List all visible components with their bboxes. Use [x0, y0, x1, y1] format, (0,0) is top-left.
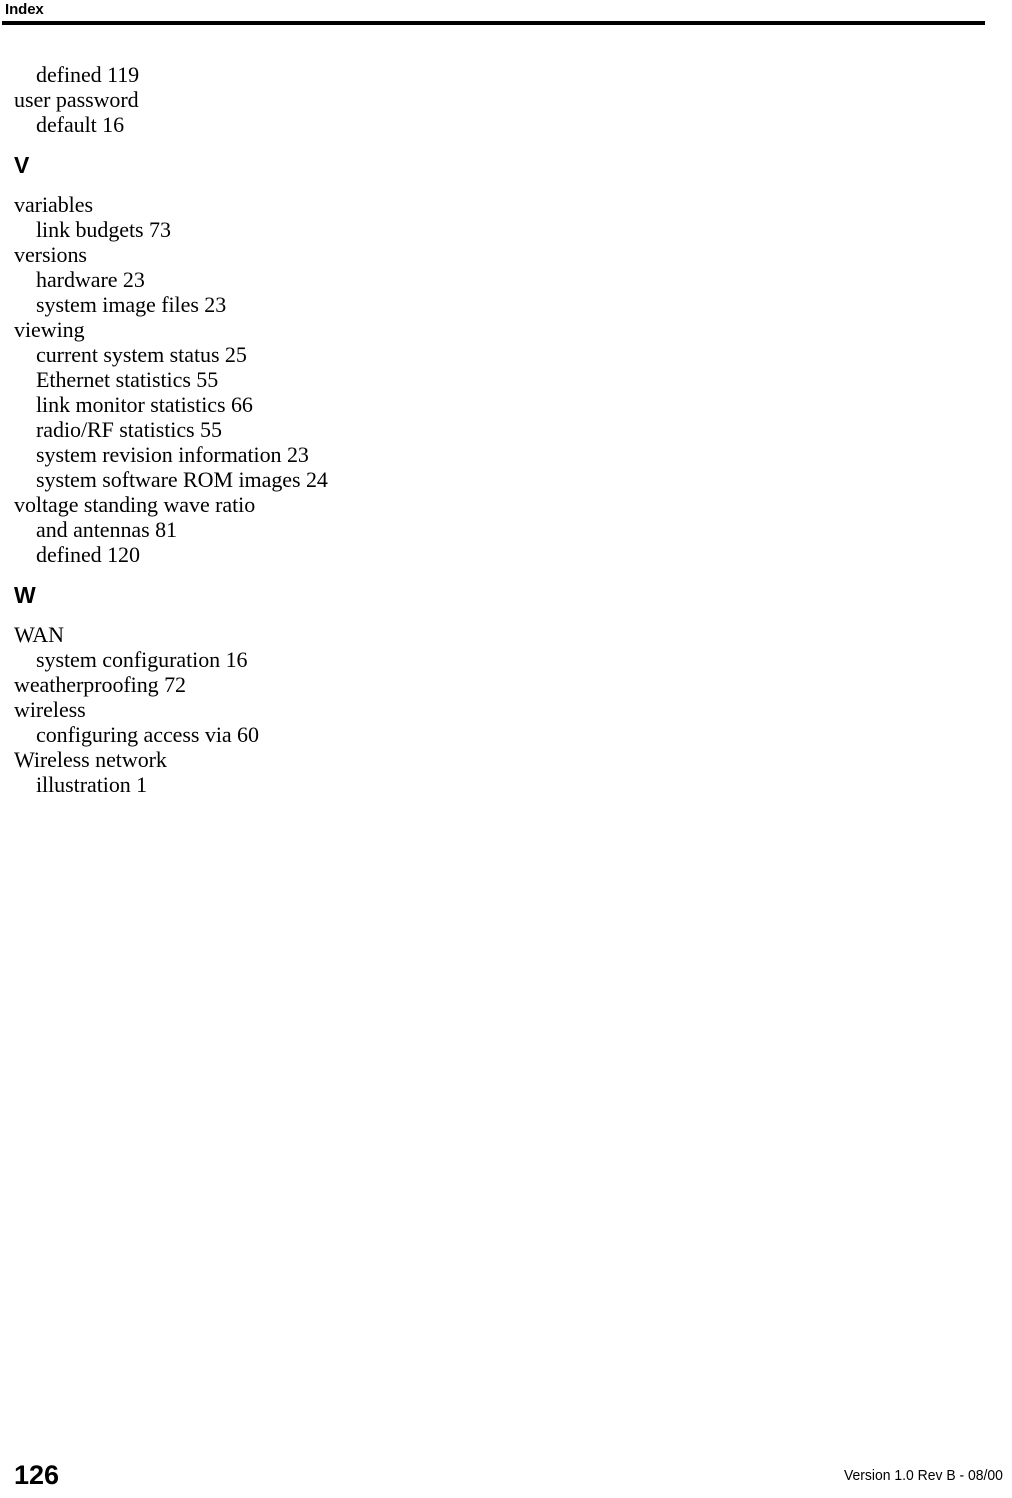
index-entry: variables — [14, 192, 93, 217]
index-subentry: configuring access via 60 — [36, 722, 259, 747]
index-subentry: current system status 25 — [36, 342, 247, 367]
index-subentry: link budgets 73 — [36, 217, 171, 242]
index-entry: viewing — [14, 317, 85, 342]
index-subentry: defined 120 — [36, 542, 140, 567]
index-subentry: system configuration 16 — [36, 647, 248, 672]
index-section-letter: W — [14, 582, 36, 608]
index-entry: weatherproofing 72 — [14, 672, 186, 697]
index-subentry: hardware 23 — [36, 267, 145, 292]
footer-page-number: 126 — [14, 1460, 60, 1490]
index-entry: Wireless network — [14, 747, 167, 772]
index-page: Index defined 119 user password default 16… — [0, 0, 1012, 1498]
index-subentry: and antennas 81 — [36, 517, 177, 542]
index-entry: versions — [14, 242, 87, 267]
page-header-title: Index — [5, 1, 44, 18]
index-entry: voltage standing wave ratio — [14, 492, 256, 517]
index-subentry: link monitor statistics 66 — [36, 392, 253, 417]
index-subentry: system software ROM images 24 — [36, 467, 328, 492]
index-subentry: default 16 — [36, 112, 125, 137]
index-content: defined 119 user password default 16 Vvaria… — [0, 62, 1012, 797]
index-section-letter: V — [14, 152, 30, 178]
footer-version-text: Version 1.0 Rev B - 08/00 — [844, 1467, 1003, 1484]
index-entry: wireless — [14, 697, 86, 722]
page-header: Index — [0, 0, 1012, 30]
index-entry: WAN — [14, 622, 64, 647]
index-subentry: defined 119 — [36, 62, 140, 87]
page-footer: 126 Version 1.0 Rev B - 08/00 — [0, 1438, 1012, 1498]
header-divider-rule — [2, 21, 985, 25]
index-entry: user password — [14, 87, 139, 112]
index-subentry: illustration 1 — [36, 772, 148, 797]
index-subentry: system revision information 23 — [36, 442, 309, 467]
index-subentry: radio/RF statistics 55 — [36, 417, 222, 442]
index-subentry: Ethernet statistics 55 — [36, 367, 219, 392]
index-subentry: system image files 23 — [36, 292, 227, 317]
